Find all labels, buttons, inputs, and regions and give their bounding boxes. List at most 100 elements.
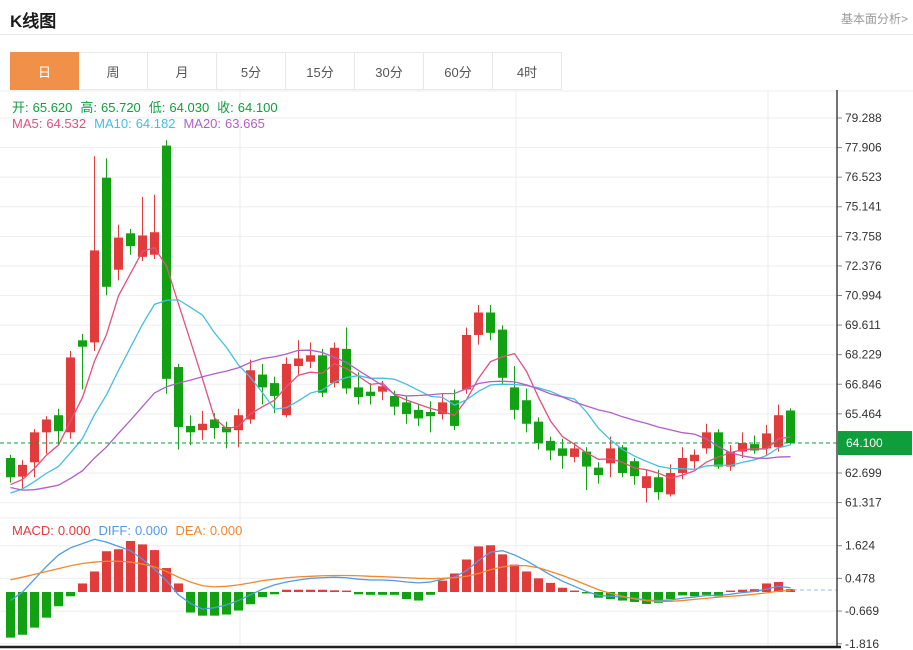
- tab-周[interactable]: 周: [79, 52, 148, 90]
- macd-bar: [306, 590, 315, 592]
- macd-bar: [678, 592, 687, 595]
- macd-bar: [78, 583, 87, 592]
- candle-body: [678, 458, 687, 473]
- candle-body: [270, 383, 279, 396]
- candle-body: [54, 415, 63, 431]
- candle-body: [138, 235, 147, 256]
- macd-bar: [330, 590, 339, 592]
- macd-bar: [630, 592, 639, 602]
- macd-bar: [258, 592, 267, 597]
- kline-chart-svg: 79.28877.90676.52375.14173.75872.37670.9…: [0, 90, 913, 650]
- readout-segment: DIFF:0.000: [98, 523, 171, 538]
- gridlines: 79.28877.90676.52375.14173.75872.37670.9…: [0, 91, 913, 650]
- candle-body: [258, 375, 267, 388]
- candle-body: [486, 312, 495, 332]
- main-axis-tick: 61.317: [845, 496, 882, 510]
- candle-body: [654, 477, 663, 492]
- candle-body: [474, 312, 483, 334]
- macd-bar: [342, 591, 351, 592]
- candle-body: [570, 448, 579, 457]
- tab-15分[interactable]: 15分: [286, 52, 355, 90]
- candle-body: [114, 238, 123, 270]
- macd-bar: [366, 592, 375, 595]
- macd-bar: [378, 592, 387, 595]
- macd-axis-tick: -1.816: [845, 637, 879, 650]
- tab-4时[interactable]: 4时: [493, 52, 562, 90]
- current-price-badge-text: 64.100: [846, 436, 883, 450]
- macd-bar: [690, 592, 699, 596]
- candle-body: [786, 410, 795, 443]
- candle-body: [198, 424, 207, 430]
- period-tab-bar: 日周月5分15分30分60分4时: [10, 52, 562, 90]
- macd-bar: [450, 573, 459, 592]
- tab-60分[interactable]: 60分: [424, 52, 493, 90]
- macd-bar: [42, 592, 51, 618]
- macd-bar: [666, 592, 675, 599]
- macd-bar: [186, 592, 195, 613]
- candle-body: [522, 400, 531, 424]
- readout-segment: DEA:0.000: [175, 523, 246, 538]
- candle-body: [594, 468, 603, 475]
- candle-body: [294, 358, 303, 365]
- candle-body: [354, 387, 363, 397]
- macd-bar: [702, 592, 711, 595]
- candle-body: [546, 441, 555, 451]
- readout-segment: 高:65.720: [80, 100, 144, 115]
- main-axis-tick: 75.141: [845, 200, 882, 214]
- tab-5分[interactable]: 5分: [217, 52, 286, 90]
- main-axis-tick: 62.699: [845, 466, 882, 480]
- macd-bar: [114, 549, 123, 592]
- macd-bar: [762, 583, 771, 592]
- main-axis-tick: 66.846: [845, 377, 882, 391]
- ma5-line: [11, 248, 791, 485]
- macd-bar: [138, 544, 147, 592]
- macd-bar: [726, 591, 735, 592]
- tab-月[interactable]: 月: [148, 52, 217, 90]
- main-axis-tick: 65.464: [845, 407, 882, 421]
- main-axis-tick: 79.288: [845, 111, 882, 125]
- ma-readout: MA5:64.532MA10:64.182MA20:63.665: [12, 116, 273, 131]
- candle-body: [174, 367, 183, 427]
- candle-body: [390, 396, 399, 407]
- candle-body: [18, 465, 27, 477]
- readout-segment: MA5:64.532: [12, 116, 90, 131]
- widget-header: K线图 基本面分析>: [0, 0, 913, 35]
- candle-body: [42, 419, 51, 432]
- page-title: K线图: [10, 7, 56, 32]
- macd-bar: [18, 592, 27, 635]
- macd-bar: [522, 571, 531, 592]
- macd-bar: [150, 550, 159, 592]
- candle-body: [774, 415, 783, 447]
- macd-bar: [510, 565, 519, 592]
- main-axis-tick: 77.906: [845, 141, 882, 155]
- main-axis-tick: 69.611: [845, 318, 881, 332]
- macd-bar: [54, 592, 63, 606]
- candle-body: [462, 335, 471, 390]
- macd-readout: MACD:0.000 DIFF:0.000 DEA:0.000: [12, 523, 250, 538]
- ohlc-readout: 开:65.620高:65.720低:64.030收:64.100: [12, 97, 286, 116]
- macd-bar: [294, 590, 303, 592]
- main-axis-tick: 76.523: [845, 170, 882, 184]
- tab-日[interactable]: 日: [10, 52, 79, 90]
- readout-segment: MACD:0.000: [12, 523, 94, 538]
- candle-body: [78, 340, 87, 346]
- readout-segment: 低:64.030: [149, 100, 213, 115]
- macd-bar: [66, 592, 75, 596]
- readout-segment: 收:64.100: [217, 100, 281, 115]
- readout-segment: MA10:64.182: [94, 116, 179, 131]
- tab-30分[interactable]: 30分: [355, 52, 424, 90]
- macd-bar: [126, 541, 135, 592]
- fundamental-analysis-link[interactable]: 基本面分析>: [841, 10, 908, 27]
- macd-axis-tick: 1.624: [845, 539, 875, 553]
- macd-bar: [498, 554, 507, 592]
- macd-bar: [102, 551, 111, 592]
- kline-chart[interactable]: 79.28877.90676.52375.14173.75872.37670.9…: [0, 90, 913, 650]
- candles: [6, 140, 795, 502]
- candle-body: [498, 330, 507, 378]
- macd-bar: [642, 592, 651, 604]
- macd-bar: [426, 592, 435, 595]
- main-axis-tick: 73.758: [845, 229, 882, 243]
- candle-body: [30, 432, 39, 462]
- macd-bar: [534, 578, 543, 592]
- main-axis-tick: 68.229: [845, 348, 882, 362]
